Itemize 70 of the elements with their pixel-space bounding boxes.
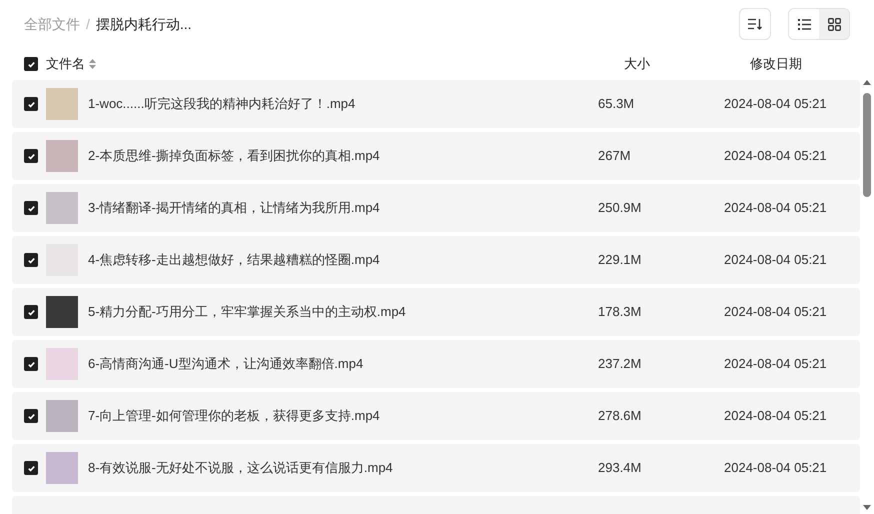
file-name: 5-精力分配-巧用分工，牢牢掌握关系当中的主动权.mp4 (88, 303, 407, 322)
scroll-down-icon (863, 505, 871, 510)
file-size: 250.9M (598, 199, 642, 218)
checkbox[interactable] (24, 305, 38, 319)
modified-date: 2024-08-04 05:21 (724, 459, 827, 478)
breadcrumb-separator: / (86, 14, 90, 34)
modified-date: 2024-08-04 05:21 (724, 147, 827, 166)
video-thumbnail (46, 400, 78, 432)
check-icon (26, 464, 36, 472)
file-name: 8-有效说服-无好处不说服，这么说话更有信服力.mp4 (88, 459, 394, 478)
video-thumbnail (46, 140, 78, 172)
sort-icon (748, 18, 762, 30)
scroll-up-icon (863, 80, 871, 85)
list-icon (798, 18, 810, 30)
check-icon (26, 256, 36, 264)
file-name: 7-向上管理-如何管理你的老板，获得更多支持.mp4 (88, 407, 381, 426)
file-size: 65.3M (598, 95, 636, 114)
file-size: 237.2M (598, 355, 642, 374)
modified-date: 2024-08-04 05:21 (724, 199, 827, 218)
file-row[interactable]: 3-情绪翻译-揭开情绪的真相，让情绪为我所用.mp4 250.9M 2024-08-04 05:21 (12, 184, 860, 232)
modified-date: 2024-08-04 05:21 (724, 407, 827, 426)
file-row[interactable]: 6-高情商沟通-U型沟通术，让沟通效率翻倍.mp4 237.2M 2024-08-04 05:21 (12, 340, 860, 388)
file-row[interactable]: 4-焦虑转移-走出越想做好，结果越糟糕的怪圈.mp4 229.1M 2024-08-04 05:21 (12, 236, 860, 284)
check-icon (26, 308, 36, 316)
view-toggle-button[interactable] (819, 9, 849, 39)
file-row[interactable]: 2-本质思维-撕掉负面标签，看到困扰你的真相.mp4 267M 2024-08-04 05:21 (12, 132, 860, 180)
video-thumbnail (46, 192, 78, 224)
modified-date: 2024-08-04 05:21 (724, 251, 827, 270)
modified-date: 2024-08-04 05:21 (724, 303, 827, 322)
file-row[interactable]: 1-woc......听完这段我的精神内耗治好了！.mp4 65.3M 2024-08-04 05:21 (12, 80, 860, 128)
file-name: 1-woc......听完这段我的精神内耗治好了！.mp4 (88, 95, 356, 114)
file-name: 2-本质思维-撕掉负面标签，看到困扰你的真相.mp4 (88, 147, 381, 166)
checkbox[interactable] (24, 409, 38, 423)
file-row[interactable]: 5-精力分配-巧用分工，牢牢掌握关系当中的主动权.mp4 178.3M 2024-08-04 05:21 (12, 288, 860, 336)
file-size: 178.3M (598, 303, 642, 322)
scrollbar-thumb[interactable] (863, 93, 871, 197)
breadcrumb-current: 摆脱内耗行动... (96, 14, 192, 34)
file-name: 3-情绪翻译-揭开情绪的真相，让情绪为我所用.mp4 (88, 199, 381, 218)
grid-icon (828, 18, 840, 30)
checkbox[interactable] (24, 149, 38, 163)
checkbox[interactable] (24, 357, 38, 371)
modified-date: 2024-08-04 05:21 (724, 95, 827, 114)
column-header[interactable]: 文件名 (46, 54, 85, 74)
checkbox[interactable] (24, 97, 38, 111)
check-icon (26, 152, 36, 160)
sort-button[interactable] (739, 8, 771, 40)
file-name: 4-焦虑转移-走出越想做好，结果越糟糕的怪圈.mp4 (88, 251, 381, 270)
video-thumbnail (46, 296, 78, 328)
check-icon (26, 60, 36, 68)
video-thumbnail (46, 452, 78, 484)
checkbox[interactable] (24, 201, 38, 215)
column-header[interactable]: 大小 (624, 54, 750, 74)
checkbox[interactable] (24, 57, 38, 71)
check-icon (26, 204, 36, 212)
file-size: 293.4M (598, 459, 642, 478)
checkbox[interactable] (24, 253, 38, 267)
video-thumbnail (46, 88, 78, 120)
check-icon (26, 360, 36, 368)
modified-date: 2024-08-04 05:21 (724, 355, 827, 374)
file-name: 6-高情商沟通-U型沟通术，让沟通效率翻倍.mp4 (88, 355, 364, 374)
file-row[interactable]: 7-向上管理-如何管理你的老板，获得更多支持.mp4 278.6M 2024-08-04 05:21 (12, 392, 860, 440)
checkbox[interactable] (24, 461, 38, 475)
column-header[interactable]: 修改日期 (750, 54, 802, 74)
file-row[interactable]: 8-有效说服-无好处不说服，这么说话更有信服力.mp4 293.4M 2024-08-04 05:21 (12, 444, 860, 492)
check-icon (26, 100, 36, 108)
check-icon (26, 412, 36, 420)
file-size: 229.1M (598, 251, 642, 270)
video-thumbnail (46, 348, 78, 380)
file-size: 278.6M (598, 407, 642, 426)
file-size: 267M (598, 147, 632, 166)
